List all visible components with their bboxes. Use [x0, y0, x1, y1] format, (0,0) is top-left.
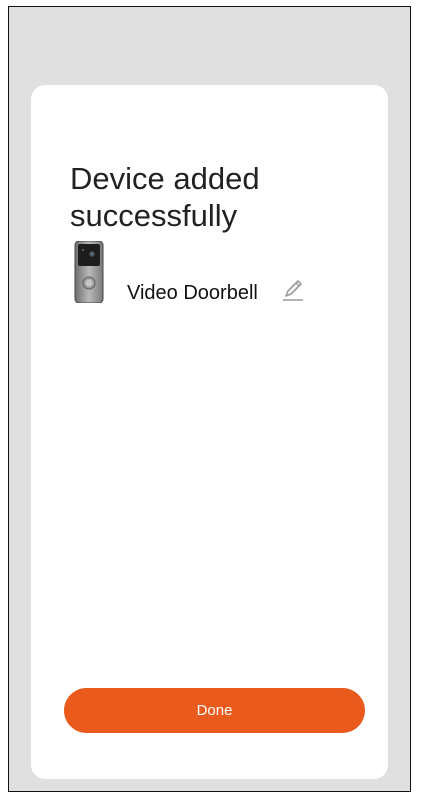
pencil-edit-icon[interactable]: [281, 278, 305, 302]
app-screen: Device added successfully Video Doorbell…: [8, 6, 411, 792]
device-row: Video Doorbell: [74, 241, 334, 305]
device-name: Video Doorbell: [127, 282, 258, 304]
success-dialog-card: Device added successfully Video Doorbell…: [31, 85, 388, 779]
dialog-title: Device added successfully: [70, 161, 260, 233]
video-doorbell-icon: [74, 241, 104, 303]
done-button[interactable]: Done: [64, 688, 365, 733]
